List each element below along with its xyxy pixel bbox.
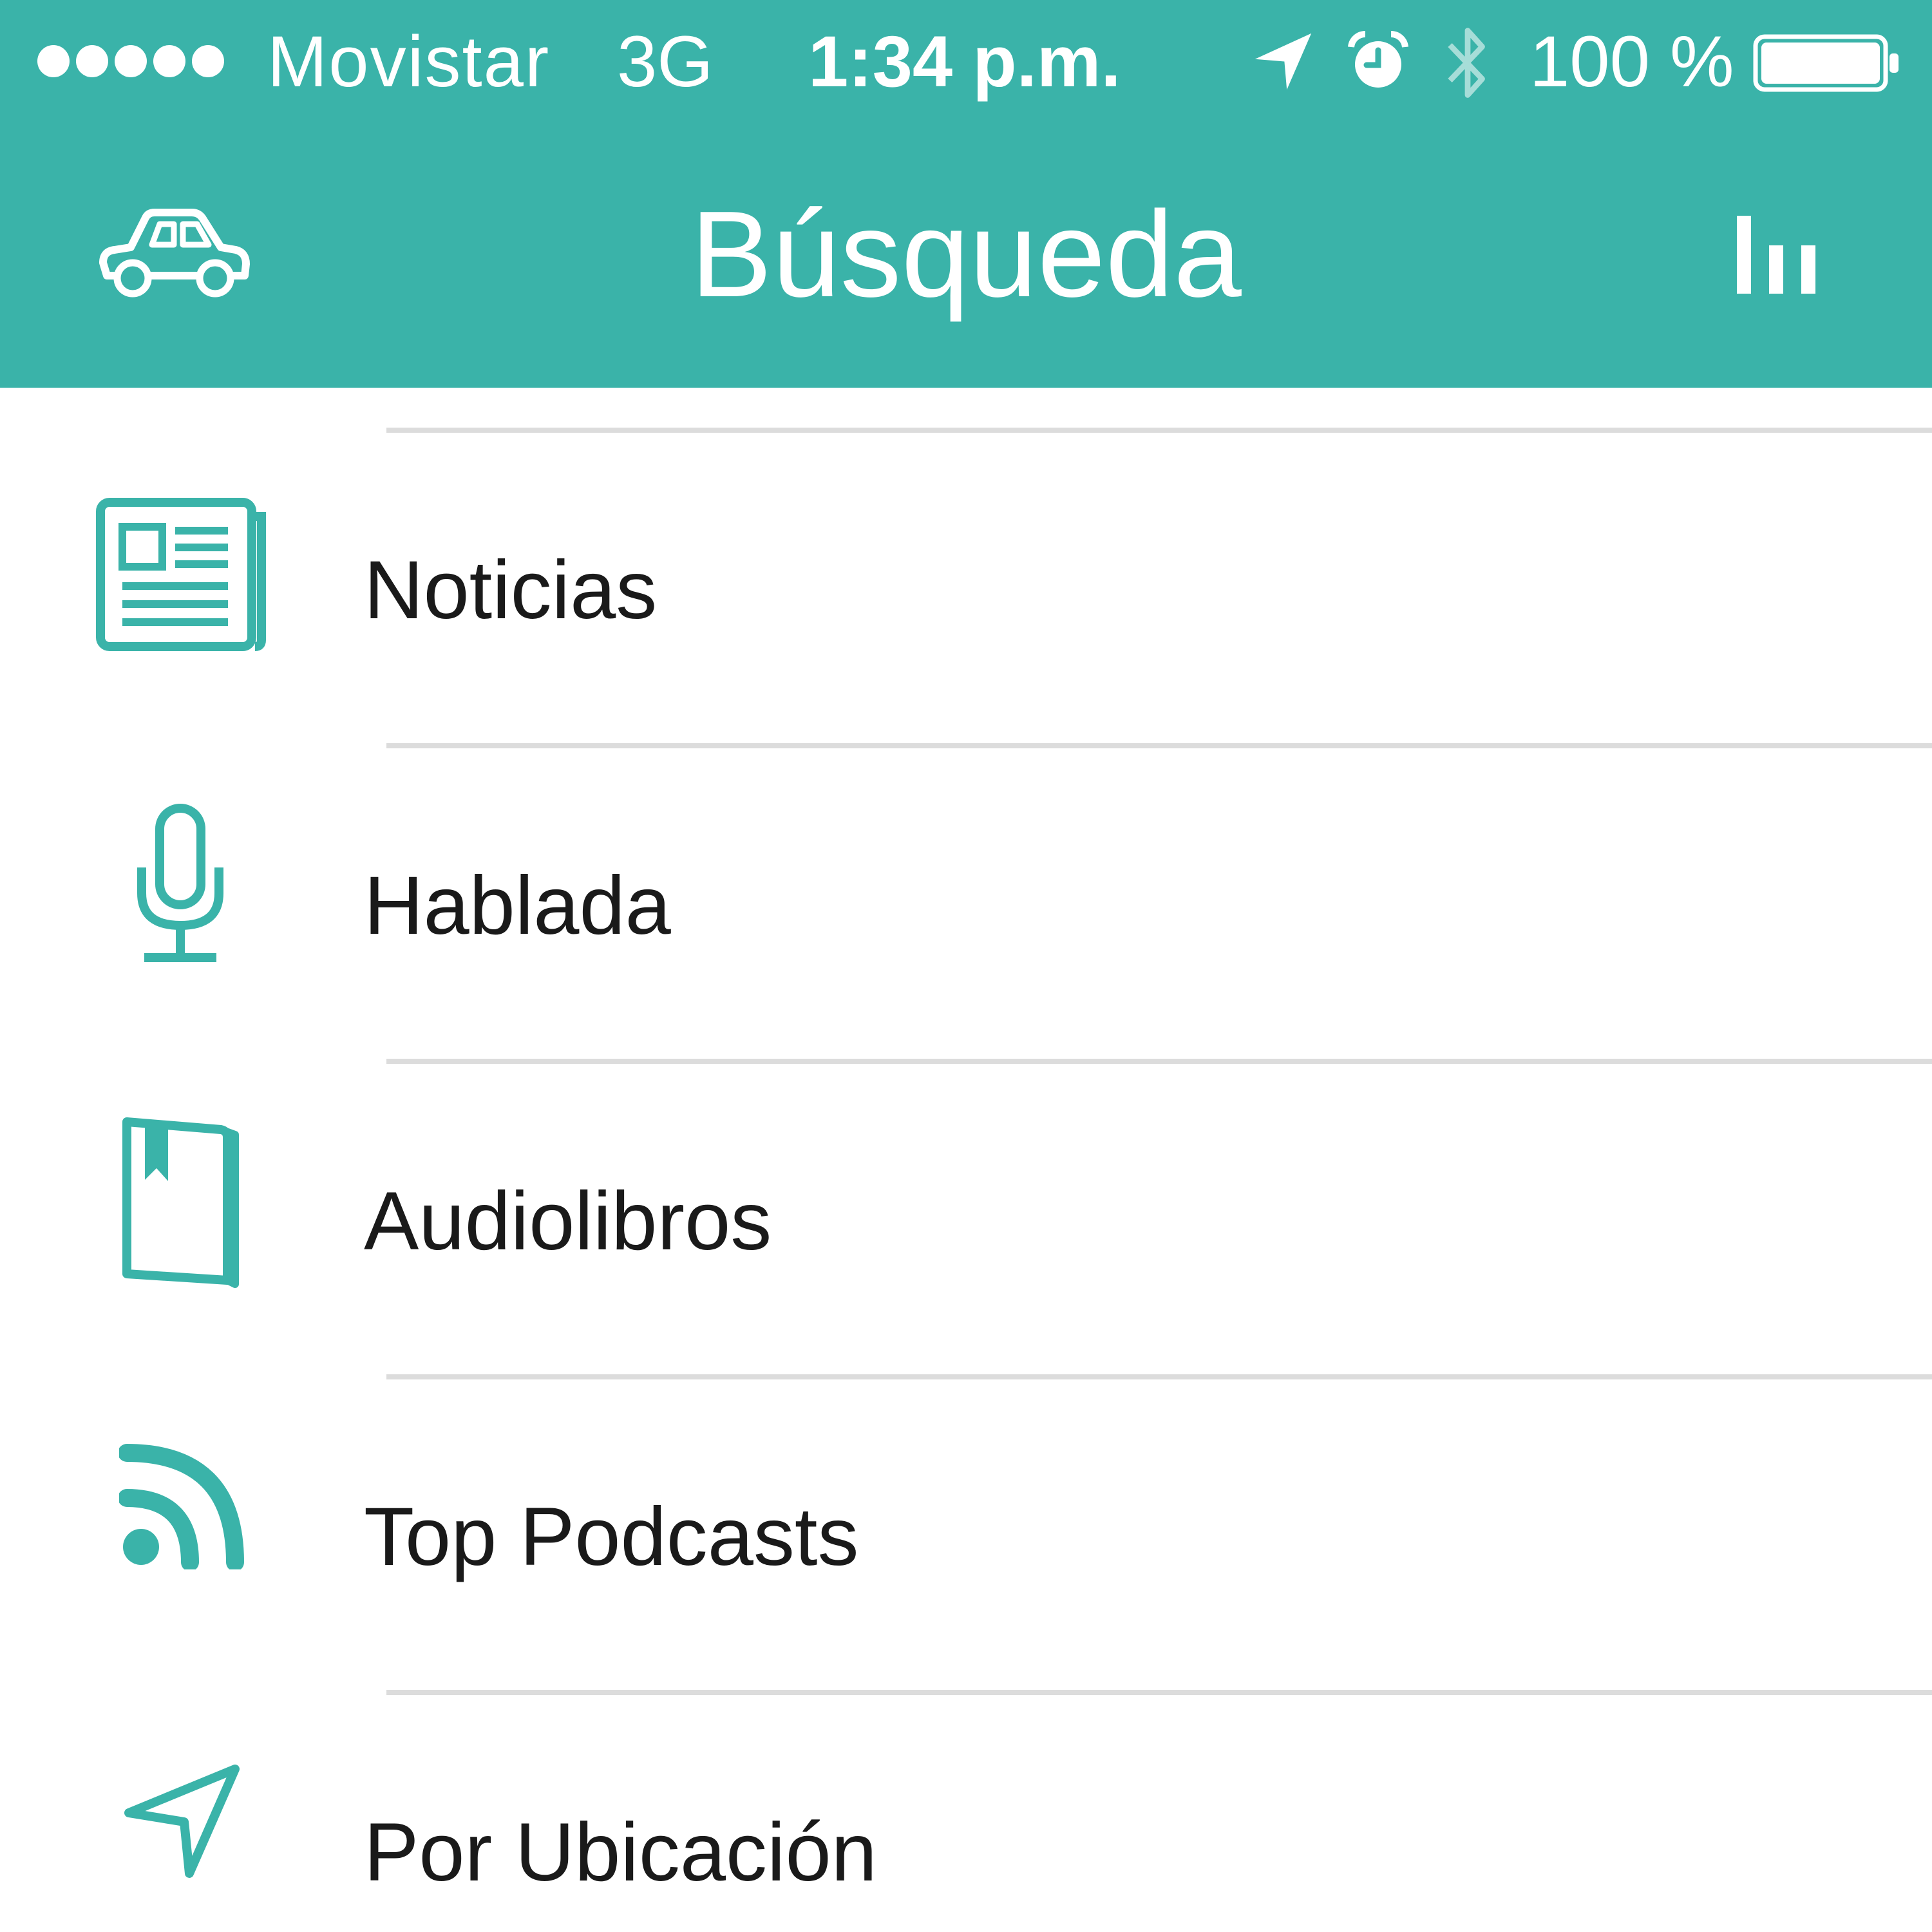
divider (386, 428, 1932, 433)
network-type: 3G (617, 21, 714, 102)
newspaper-icon (96, 498, 266, 651)
divider (386, 743, 1932, 748)
list-item-label: Por Ubicación (364, 1806, 877, 1899)
list-item-label: Hablada (364, 860, 671, 952)
battery-percentage: 100 % (1530, 21, 1734, 102)
rss-icon (119, 1444, 244, 1569)
navigation-bar: Búsqueda (0, 129, 1932, 388)
header: Movistar 3G 1:34 p.m. 100 % Búsqueda (0, 0, 1932, 388)
search-screen: Movistar 3G 1:34 p.m. 100 % Búsqueda Not… (0, 0, 1932, 1932)
list-item-noticias[interactable]: Noticias (0, 433, 1932, 748)
microphone-icon (137, 804, 223, 962)
list-item-audiolibros[interactable]: Audiolibros (0, 1064, 1932, 1379)
page-title: Búsqueda (0, 187, 1932, 322)
divider (386, 1059, 1932, 1064)
location-services-icon (1255, 33, 1312, 90)
location-arrow-icon (124, 1765, 240, 1878)
list-item-label: Top Podcasts (364, 1491, 859, 1583)
bluetooth-icon (1448, 28, 1485, 98)
battery-icon (1753, 34, 1899, 92)
list-item-label: Audiolibros (364, 1175, 772, 1267)
page-title-text: Búsqueda (690, 186, 1242, 323)
list-item-label: Noticias (364, 544, 658, 636)
list-item-top-podcasts[interactable]: Top Podcasts (0, 1379, 1932, 1695)
signal-strength-icon (37, 45, 224, 77)
now-playing-bars-icon[interactable] (1736, 214, 1819, 295)
status-time: 1:34 p.m. (808, 21, 1121, 102)
divider (386, 1690, 1932, 1695)
carrier-name: Movistar (267, 21, 551, 102)
book-icon (122, 1117, 239, 1288)
divider (386, 1374, 1932, 1379)
alarm-icon (1348, 30, 1408, 88)
status-bar: Movistar 3G 1:34 p.m. 100 % (0, 0, 1932, 129)
list-item-por-ubicacion[interactable]: Por Ubicación (0, 1695, 1932, 1932)
list-item-hablada[interactable]: Hablada (0, 748, 1932, 1064)
